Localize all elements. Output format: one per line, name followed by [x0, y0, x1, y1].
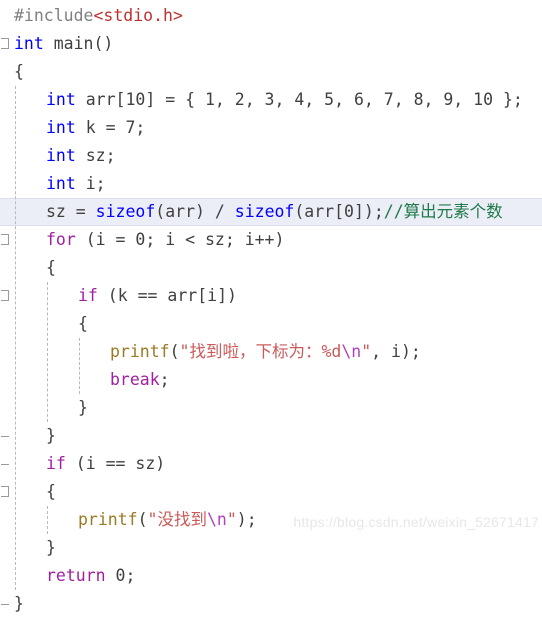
- code-token-str: ": [361, 342, 372, 361]
- code-token-ctl: if: [78, 286, 98, 305]
- indent-guide: [79, 338, 80, 394]
- indent-guide: [15, 86, 16, 590]
- code-line[interactable]: if (i == sz): [0, 450, 542, 478]
- code-line-text: {: [46, 254, 56, 282]
- code-token-pl: i;: [75, 174, 106, 193]
- code-line[interactable]: sz = sizeof(arr) / sizeof(arr[0]);//算出元素…: [0, 198, 542, 226]
- code-line-text: if (k == arr[i]): [78, 282, 237, 310]
- code-token-kw: sizeof: [95, 202, 156, 221]
- code-line[interactable]: return 0;: [0, 562, 542, 590]
- code-line-text: return 0;: [46, 562, 135, 590]
- code-token-pl: sz;: [75, 146, 116, 165]
- indent-guide: [47, 506, 48, 534]
- code-line-text: }: [78, 394, 88, 422]
- code-line[interactable]: for (i = 0; i < sz; i++): [0, 226, 542, 254]
- code-token-pl: k = 7;: [75, 118, 146, 137]
- code-token-kw: int: [46, 146, 76, 165]
- code-token-hdr: <stdio.h>: [93, 6, 183, 25]
- code-token-pl: (: [169, 342, 180, 361]
- code-token-ctl: if: [46, 454, 66, 473]
- code-line[interactable]: }: [0, 590, 542, 618]
- code-token-pl: }: [14, 594, 24, 613]
- code-token-pre: #include: [14, 6, 94, 25]
- code-token-ctl: break: [110, 370, 160, 389]
- code-line-text: int arr[10] = { 1, 2, 3, 4, 5, 6, 7, 8, …: [46, 86, 523, 114]
- code-token-pl: );: [236, 510, 257, 529]
- code-token-kw: sizeof: [234, 202, 295, 221]
- code-token-ctl: for: [46, 230, 76, 249]
- code-token-pl: }: [78, 398, 88, 417]
- code-token-kw: int: [46, 90, 76, 109]
- code-token-str: ": [226, 510, 237, 529]
- code-token-kw: int: [46, 118, 76, 137]
- code-token-str: "没找到: [147, 510, 207, 529]
- code-line[interactable]: }: [0, 534, 542, 562]
- code-line[interactable]: int arr[10] = { 1, 2, 3, 4, 5, 6, 7, 8, …: [0, 86, 542, 114]
- code-line[interactable]: {: [0, 58, 542, 86]
- code-token-esc: \n: [206, 510, 227, 529]
- code-line[interactable]: break;: [0, 366, 542, 394]
- code-token-pl: 0;: [105, 566, 136, 585]
- code-token-pl: (arr[0]);: [294, 202, 384, 221]
- code-line-text: int k = 7;: [46, 114, 145, 142]
- code-token-pl: (k == arr[i]): [97, 286, 237, 305]
- code-line[interactable]: int i;: [0, 170, 542, 198]
- code-line[interactable]: int main(): [0, 30, 542, 58]
- code-line-text: int main(): [14, 30, 113, 58]
- code-line-text: }: [14, 590, 24, 618]
- code-line-text: int sz;: [46, 142, 116, 170]
- code-token-fn: printf: [110, 342, 170, 361]
- code-line-text: if (i == sz): [46, 450, 165, 478]
- code-line[interactable]: if (k == arr[i]): [0, 282, 542, 310]
- code-token-str: "找到啦，下标为：%d: [179, 342, 342, 361]
- code-line[interactable]: }: [0, 394, 542, 422]
- code-line-text: }: [46, 422, 56, 450]
- code-token-pl: {: [46, 482, 56, 501]
- code-line-text: {: [78, 310, 88, 338]
- indent-guide: [47, 282, 48, 422]
- code-token-kw: int: [46, 174, 76, 193]
- code-line-text: int i;: [46, 170, 106, 198]
- code-token-fn: printf: [78, 510, 138, 529]
- watermark-text: https://blog.csdn.net/weixin_52671417: [293, 514, 539, 530]
- code-line-text: sz = sizeof(arr) / sizeof(arr[0]);//算出元素…: [46, 199, 503, 225]
- code-line[interactable]: int sz;: [0, 142, 542, 170]
- code-editor[interactable]: #include<stdio.h> int main(){int arr[10] …: [0, 0, 542, 613]
- code-line-text: for (i = 0; i < sz; i++): [46, 226, 284, 254]
- code-token-pl: sz =: [46, 202, 96, 221]
- code-token-pl: arr[10] = { 1, 2, 3, 4, 5, 6, 7, 8, 9, 1…: [75, 90, 523, 109]
- code-line-text: #include<stdio.h>: [14, 2, 183, 30]
- code-token-pl: , i);: [371, 342, 421, 361]
- code-line[interactable]: #include<stdio.h>: [0, 2, 542, 30]
- code-token-kw: int: [14, 34, 44, 53]
- code-line[interactable]: }: [0, 422, 542, 450]
- code-line[interactable]: {: [0, 254, 542, 282]
- code-token-pl: {: [46, 258, 56, 277]
- code-token-pl: (i = 0; i < sz; i++): [75, 230, 285, 249]
- code-line[interactable]: {: [0, 310, 542, 338]
- code-line-text: break;: [110, 366, 170, 394]
- code-line-text: printf("找到啦，下标为：%d\n", i);: [110, 338, 421, 366]
- code-token-pl: (i == sz): [65, 454, 166, 473]
- code-token-esc: \n: [341, 342, 362, 361]
- code-token-pl: {: [14, 62, 24, 81]
- code-line-text: }: [46, 534, 56, 562]
- code-line[interactable]: int k = 7;: [0, 114, 542, 142]
- code-token-pl: (arr) /: [155, 202, 235, 221]
- code-line-text: {: [14, 58, 24, 86]
- code-token-pl: main(): [43, 34, 114, 53]
- code-token-pl: {: [78, 314, 88, 333]
- code-line[interactable]: printf("找到啦，下标为：%d\n", i);: [0, 338, 542, 366]
- code-token-pl: (: [137, 510, 148, 529]
- code-token-cmt: //算出元素个数: [383, 202, 503, 221]
- code-line-text: printf("没找到\n");: [78, 506, 257, 534]
- code-token-ctl: return: [46, 566, 106, 585]
- code-token-pl: }: [46, 426, 56, 445]
- code-line-text: {: [46, 478, 56, 506]
- code-line[interactable]: {: [0, 478, 542, 506]
- code-token-pl: ;: [159, 370, 170, 389]
